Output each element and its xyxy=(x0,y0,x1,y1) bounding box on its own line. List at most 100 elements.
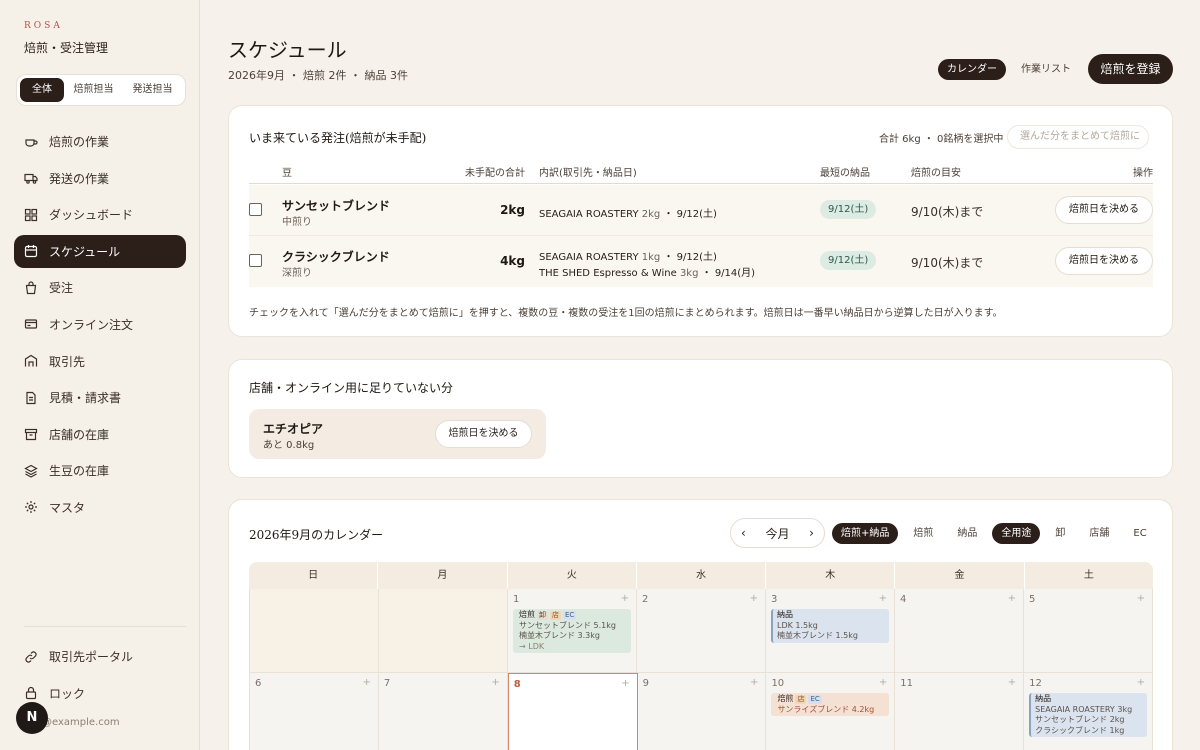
calendar-day[interactable]: 11 + xyxy=(895,673,1025,750)
selection-summary: 合計 6kg ・ 0銘柄を選択中 xyxy=(879,134,1004,145)
calendar-day[interactable]: 10 + 焙煎店 EC サンライズブレンド 4.2kg xyxy=(766,673,896,750)
tag-store: 店 xyxy=(550,611,561,620)
add-event-button[interactable]: + xyxy=(491,677,499,688)
set-roast-date-button[interactable]: 焙煎日を決める xyxy=(1055,196,1153,224)
sidebar-item-client-portal[interactable]: 取引先ポータル xyxy=(14,640,186,673)
sidebar-item-online-orders[interactable]: オンライン注文 xyxy=(14,308,186,341)
roast-event[interactable]: 焙煎店 EC サンライズブレンド 4.2kg xyxy=(771,693,890,716)
calendar-day-today[interactable]: 8 + xyxy=(507,673,638,750)
roast-event[interactable]: 焙煎卸店 EC サンセットブレンド 5.1kg 楠並木ブレンド 3.3kg → L… xyxy=(513,609,631,653)
calendar-day[interactable]: 5 + xyxy=(1024,589,1153,672)
sidebar-item-orders[interactable]: 受注 xyxy=(14,271,186,304)
col-bean: 豆 xyxy=(282,168,292,179)
weekday-label: 水 xyxy=(637,562,767,589)
add-event-button[interactable]: + xyxy=(1008,593,1016,604)
filter-wholesale[interactable]: 卸 xyxy=(1046,523,1074,544)
line-date: ・ 9/14(月) xyxy=(701,268,756,279)
sidebar-item-roasting-tasks[interactable]: 焙煎の作業 xyxy=(14,125,186,158)
sidebar-item-store-stock[interactable]: 店舗の在庫 xyxy=(14,418,186,451)
sidebar-item-quotes-invoices[interactable]: 見積・請求書 xyxy=(14,381,186,414)
add-event-button[interactable]: + xyxy=(1008,677,1016,688)
filter-roast[interactable]: 焙煎 xyxy=(904,523,942,544)
calendar-title: 2026年9月のカレンダー xyxy=(249,528,384,542)
delivery-event[interactable]: 納品 LDK 1.5kg 楠並木ブレンド 1.5kg xyxy=(771,609,889,643)
calendar-icon xyxy=(24,244,38,258)
set-roast-date-button[interactable]: 焙煎日を決める xyxy=(435,420,532,448)
add-event-button[interactable]: + xyxy=(1137,677,1145,688)
sidebar-item-clients[interactable]: 取引先 xyxy=(14,345,186,378)
calendar-day[interactable]: 9 + xyxy=(637,673,767,750)
add-event-button[interactable]: + xyxy=(879,677,887,688)
weekday-label: 月 xyxy=(378,562,508,589)
tag-store: 店 xyxy=(795,695,807,704)
calendar-day[interactable]: 7 + xyxy=(378,673,508,750)
event-kind: 焙煎 xyxy=(777,694,794,703)
role-all[interactable]: 全体 xyxy=(20,78,64,102)
dashboard-icon xyxy=(24,208,38,222)
current-month-button[interactable]: 今月 xyxy=(765,525,789,542)
sidebar-item-master[interactable]: マスタ xyxy=(14,491,186,524)
avatar[interactable]: N xyxy=(16,702,48,734)
event-line: サンセットブレンド 5.1kg xyxy=(519,620,616,630)
calendar-day[interactable]: 12 + 納品 SEAGAIA ROASTERY 3kg サンセットブレンド 2… xyxy=(1024,673,1154,750)
next-month-button[interactable]: › xyxy=(809,526,814,540)
line-qty: 1kg xyxy=(641,252,661,263)
row-checkbox[interactable] xyxy=(249,254,262,267)
add-event-button[interactable]: + xyxy=(621,593,629,604)
add-event-button[interactable]: + xyxy=(1137,593,1145,604)
calendar-filters: 焙煎+納品 焙煎 納品 全用途 卸 店舗 EC xyxy=(832,523,1156,544)
prev-month-button[interactable]: ‹ xyxy=(741,526,746,540)
set-roast-date-button[interactable]: 焙煎日を決める xyxy=(1055,247,1153,275)
main-nav: 焙煎の作業 発送の作業 ダッシュボード スケジュール 受注 オンライン注文 取引… xyxy=(14,125,186,528)
add-event-button[interactable]: + xyxy=(750,593,758,604)
view-calendar-button[interactable]: カレンダー xyxy=(938,59,1006,80)
tag-wholesale: 卸 xyxy=(537,611,548,620)
role-roaster[interactable]: 焙煎担当 xyxy=(64,78,123,102)
delivery-event[interactable]: 納品 SEAGAIA ROASTERY 3kg サンセットブレンド 2kg クラ… xyxy=(1029,693,1148,737)
filter-ec[interactable]: EC xyxy=(1124,523,1155,544)
calendar-day[interactable]: 1 + 焙煎卸店 EC サンセットブレンド 5.1kg 楠並木ブレンド 3.3kg… xyxy=(508,589,637,672)
event-kind: 納品 xyxy=(1035,694,1052,703)
roast-cup-icon xyxy=(24,135,38,149)
add-event-button[interactable]: + xyxy=(621,678,629,689)
day-number: 8 xyxy=(513,679,521,690)
roast-target: 9/10(木)まで xyxy=(911,256,984,270)
day-number: 3 xyxy=(771,594,778,605)
filter-delivery[interactable]: 納品 xyxy=(948,523,986,544)
day-number: 12 xyxy=(1029,678,1042,689)
add-event-button[interactable]: + xyxy=(750,677,758,688)
event-line: 楠並木ブレンド 3.3kg xyxy=(519,631,600,640)
add-event-button[interactable]: + xyxy=(362,677,370,688)
pending-orders-title: いま来ている発注(焙煎が未手配) xyxy=(249,131,427,145)
sidebar-item-label: 受注 xyxy=(49,281,74,296)
filter-all-channels[interactable]: 全用途 xyxy=(992,523,1041,544)
sidebar-item-green-bean-stock[interactable]: 生豆の在庫 xyxy=(14,454,186,487)
table-row: サンセットブレンド 中煎り 2kg SEAGAIA ROASTERY 2kg ・… xyxy=(249,185,1153,236)
calendar-day[interactable]: 3 + 納品 LDK 1.5kg 楠並木ブレンド 1.5kg xyxy=(766,589,895,672)
sidebar-item-label: 見積・請求書 xyxy=(49,391,122,406)
role-shipper[interactable]: 発送担当 xyxy=(123,78,182,102)
filter-store[interactable]: 店舗 xyxy=(1080,523,1118,544)
sidebar-item-dashboard[interactable]: ダッシュボード xyxy=(14,198,186,231)
event-destination: → LDK xyxy=(519,641,545,651)
add-event-button[interactable]: + xyxy=(879,593,887,604)
building-icon xyxy=(24,354,38,368)
register-roast-button[interactable]: 焙煎を登録 xyxy=(1088,54,1173,84)
sidebar-item-schedule[interactable]: スケジュール xyxy=(14,234,186,268)
calendar-day[interactable]: 6 + xyxy=(249,673,379,750)
sidebar-item-shipping-tasks[interactable]: 発送の作業 xyxy=(14,162,186,195)
document-icon xyxy=(24,391,38,405)
batch-roast-button[interactable]: 選んだ分をまとめて焙煎に xyxy=(1007,125,1149,149)
client-name: SEAGAIA ROASTERY xyxy=(539,209,639,220)
row-checkbox[interactable] xyxy=(249,203,262,216)
filter-roast-and-delivery[interactable]: 焙煎+納品 xyxy=(832,523,899,544)
month-navigator: ‹ 今月 › xyxy=(730,518,825,548)
calendar-day[interactable]: 4 + xyxy=(895,589,1024,672)
event-line: クラシックブレンド 1kg xyxy=(1035,725,1125,735)
bottom-nav: 取引先ポータル ロック xyxy=(14,640,186,713)
view-task-list-button[interactable]: 作業リスト xyxy=(1012,59,1080,80)
shortage-item: エチオピア あと 0.8kg 焙煎日を決める xyxy=(249,409,546,459)
calendar-day[interactable]: 2 + xyxy=(637,589,766,672)
sidebar-item-label: 店舗の在庫 xyxy=(49,427,110,442)
user-email: @example.com xyxy=(42,717,120,728)
